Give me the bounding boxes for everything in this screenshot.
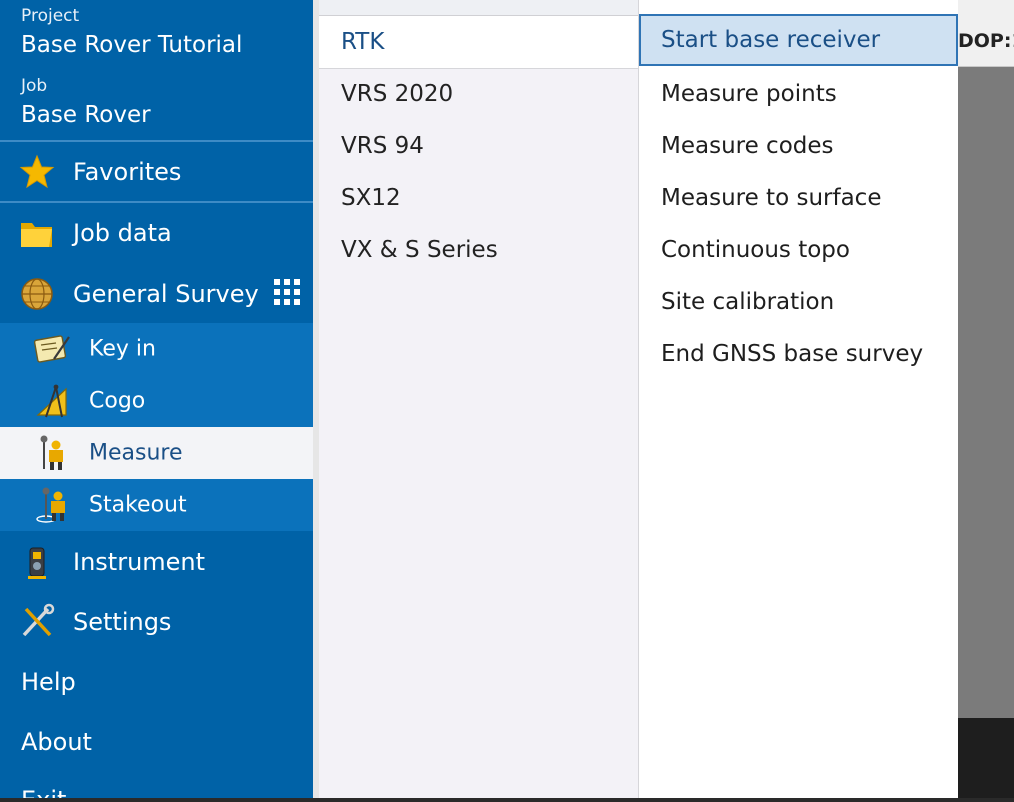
style-item-label: SX12 bbox=[341, 185, 401, 211]
nav-help[interactable]: Help bbox=[21, 668, 76, 696]
status-text: DOP:1. bbox=[958, 30, 1014, 52]
stakeout-icon bbox=[36, 487, 65, 523]
sub-item-measure-label: Measure bbox=[89, 440, 183, 466]
menu-item-site-calibration[interactable]: Site calibration bbox=[639, 276, 958, 328]
sub-item-cogo-label: Cogo bbox=[89, 388, 146, 414]
menu-item-continuous-topo[interactable]: Continuous topo bbox=[639, 224, 958, 276]
survey-style-list: RTK VRS 2020 VRS 94 SX12 VX & S Series bbox=[319, 0, 639, 798]
nav-favorites[interactable]: Favorites bbox=[0, 142, 313, 202]
style-item-label: RTK bbox=[341, 29, 385, 55]
main-menu-sidebar: Project Base Rover Tutorial Job Base Rov… bbox=[0, 0, 313, 802]
measure-submenu: Start base receiver Measure points Measu… bbox=[639, 0, 958, 798]
list-header-strip bbox=[319, 0, 638, 16]
nav-job-data[interactable]: Job data bbox=[0, 203, 313, 263]
menu-item-start-base-receiver[interactable]: Start base receiver bbox=[639, 14, 958, 66]
sub-item-measure[interactable]: Measure bbox=[0, 427, 313, 479]
bottom-bar bbox=[0, 798, 1014, 802]
cogo-icon bbox=[36, 384, 67, 418]
style-item-sx12[interactable]: SX12 bbox=[319, 172, 638, 224]
nav-about[interactable]: About bbox=[21, 728, 92, 756]
style-item-rtk[interactable]: RTK bbox=[319, 16, 638, 69]
style-item-label: VX & S Series bbox=[341, 237, 498, 263]
style-item-vx-s-series[interactable]: VX & S Series bbox=[319, 224, 638, 276]
menu-item-label: Measure to surface bbox=[661, 185, 882, 211]
style-item-label: VRS 94 bbox=[341, 133, 424, 159]
menu-item-label: Start base receiver bbox=[661, 27, 881, 53]
background-app: DOP:1. bbox=[958, 0, 1014, 802]
nav-instrument-label: Instrument bbox=[73, 548, 206, 576]
nav-instrument[interactable]: Instrument bbox=[0, 532, 313, 592]
sub-item-stakeout[interactable]: Stakeout bbox=[0, 479, 313, 531]
globe-icon bbox=[21, 278, 53, 310]
menu-item-end-gnss-base-survey[interactable]: End GNSS base survey bbox=[639, 328, 958, 380]
sub-item-cogo[interactable]: Cogo bbox=[0, 375, 313, 427]
status-bar: DOP:1. bbox=[958, 0, 1014, 67]
instrument-icon bbox=[28, 547, 46, 579]
nav-settings[interactable]: Settings bbox=[0, 592, 313, 652]
tools-icon bbox=[22, 603, 55, 637]
submenu-header-strip bbox=[639, 0, 958, 14]
nav-general-survey[interactable]: General Survey bbox=[0, 264, 313, 324]
menu-item-label: Site calibration bbox=[661, 289, 835, 315]
style-item-label: VRS 2020 bbox=[341, 81, 454, 107]
measure-icon bbox=[40, 435, 63, 470]
job-label: Job bbox=[21, 76, 48, 96]
sub-item-stakeout-label: Stakeout bbox=[89, 492, 187, 518]
menu-item-label: Measure codes bbox=[661, 133, 834, 159]
star-icon bbox=[19, 154, 55, 189]
apps-grid-icon[interactable] bbox=[274, 279, 302, 307]
sub-item-key-in-label: Key in bbox=[89, 336, 156, 362]
folder-icon bbox=[21, 223, 52, 247]
menu-item-label: End GNSS base survey bbox=[661, 341, 924, 367]
nav-job-data-label: Job data bbox=[73, 219, 172, 247]
nav-favorites-label: Favorites bbox=[73, 158, 182, 186]
menu-item-measure-points[interactable]: Measure points bbox=[639, 68, 958, 120]
nav-general-survey-label: General Survey bbox=[73, 280, 259, 308]
menu-item-label: Continuous topo bbox=[661, 237, 850, 263]
style-item-vrs-2020[interactable]: VRS 2020 bbox=[319, 68, 638, 120]
key-in-icon bbox=[33, 335, 70, 363]
project-name[interactable]: Base Rover Tutorial bbox=[21, 32, 242, 58]
menu-item-label: Measure points bbox=[661, 81, 837, 107]
background-bottom-bar bbox=[958, 718, 1014, 802]
project-label: Project bbox=[21, 6, 80, 26]
style-item-vrs-94[interactable]: VRS 94 bbox=[319, 120, 638, 172]
job-name[interactable]: Base Rover bbox=[21, 102, 151, 128]
sub-item-key-in[interactable]: Key in bbox=[0, 323, 313, 375]
menu-item-measure-codes[interactable]: Measure codes bbox=[639, 120, 958, 172]
nav-settings-label: Settings bbox=[73, 608, 172, 636]
menu-item-measure-to-surface[interactable]: Measure to surface bbox=[639, 172, 958, 224]
